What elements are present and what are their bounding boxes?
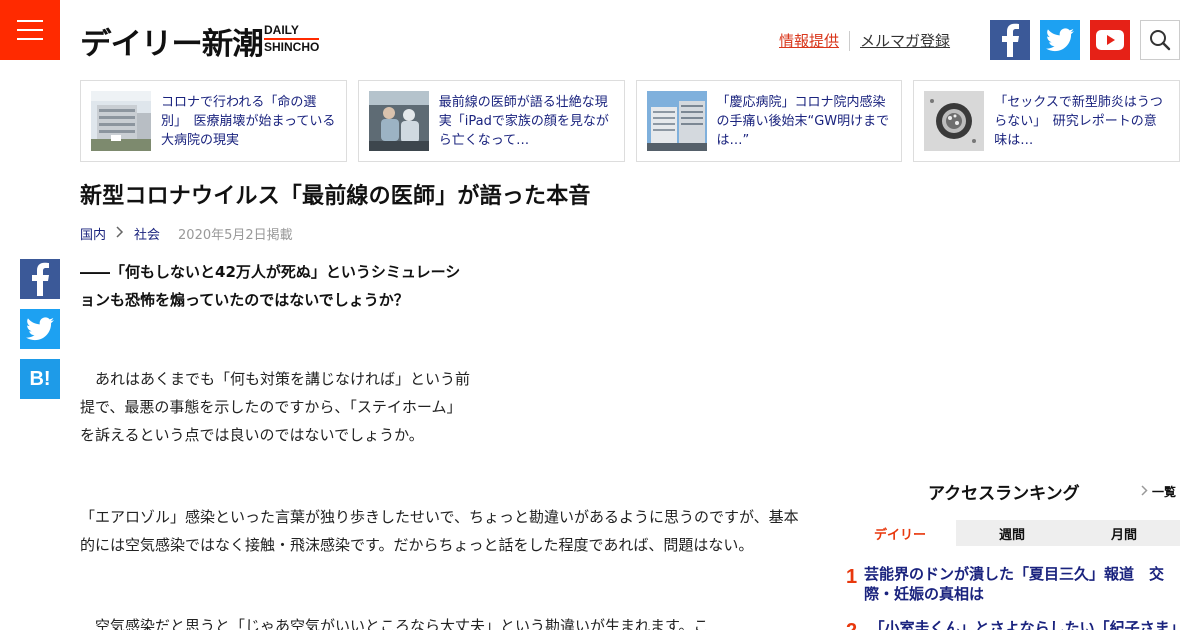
logo-japanese: デイリー新潮 bbox=[80, 27, 264, 62]
ranking-item-title: 「小室圭くん」とさよならしたい「紀子さま」 bbox=[869, 619, 1185, 630]
search-button[interactable] bbox=[1140, 20, 1180, 60]
ranking-number: 2 bbox=[846, 618, 870, 630]
menu-icon-bar bbox=[17, 29, 43, 31]
related-article-title: 最前線の医師が語る壮絶な現実「iPadで家族の顔を見ながら亡くなって… bbox=[438, 94, 609, 148]
facebook-icon bbox=[1002, 23, 1019, 57]
logo-english-line2: SHINCHO bbox=[264, 40, 320, 54]
ranking-item[interactable]: 1 芸能界のドンが潰した「夏目三久」報道 交際・妊娠の真相は bbox=[846, 564, 1180, 604]
article-paragraph: 「エアロゾル」感染といった言葉が独り歩きしたせいで、ちょっと勘違いがあるように思… bbox=[80, 508, 799, 554]
twitter-icon bbox=[26, 317, 54, 341]
article-title: 新型コロナウイルス「最前線の医師」が語った本音 bbox=[80, 184, 591, 209]
tab-daily[interactable]: デイリー bbox=[844, 520, 956, 546]
doctors-photo-thumbnail bbox=[368, 91, 429, 151]
newsletter-signup-link[interactable]: メルマガ登録 bbox=[860, 30, 950, 51]
info-submit-link[interactable]: 情報提供 bbox=[779, 30, 839, 51]
youtube-button[interactable] bbox=[1090, 20, 1130, 60]
related-articles: コロナで行われる「命の選別」 医療崩壊が始まっている大病院の現実 最前線の医師が… bbox=[80, 80, 1180, 162]
menu-icon-bar bbox=[17, 38, 43, 40]
interview-question: ――「何もしないと42万人が死ぬ」というシミュレーションも恐怖を煽っていたのでは… bbox=[80, 263, 461, 309]
site-logo[interactable]: デイリー新潮 DAILY SHINCHO bbox=[80, 18, 320, 62]
breadcrumb-link-domestic[interactable]: 国内 bbox=[80, 224, 106, 243]
header-links: 情報提供 メルマガ登録 bbox=[779, 30, 950, 51]
related-article-card[interactable]: 最前線の医師が語る壮絶な現実「iPadで家族の顔を見ながら亡くなって… bbox=[357, 80, 625, 162]
header-link-divider bbox=[849, 30, 851, 51]
twitter-button[interactable] bbox=[1040, 20, 1080, 60]
chevron-right-icon bbox=[1141, 484, 1148, 499]
tab-monthly[interactable]: 月間 bbox=[1068, 520, 1180, 546]
virus-micrograph-thumbnail bbox=[924, 91, 985, 151]
tab-weekly[interactable]: 週間 bbox=[956, 520, 1068, 546]
article-paragraph: あれはあくまでも「何も対策を講じなければ」という前提で、最悪の事態を示したのです… bbox=[80, 370, 471, 444]
related-article-card[interactable]: 「セックスで新型肺炎はうつらない」 研究レポートの意味は… bbox=[913, 80, 1180, 162]
related-article-title: コロナで行われる「命の選別」 医療崩壊が始まっている大病院の現実 bbox=[161, 94, 336, 148]
hatena-bookmark-icon: B! bbox=[29, 367, 51, 390]
ranking-item-title: 芸能界のドンが潰した「夏目三久」報道 交際・妊娠の真相は bbox=[864, 565, 1165, 603]
ranking-item[interactable]: 2 「小室圭くん」とさよならしたい「紀子さま」 bbox=[846, 618, 1185, 630]
ranking-tabs: デイリー 週間 月間 bbox=[844, 520, 1180, 546]
breadcrumb-link-society[interactable]: 社会 bbox=[134, 224, 160, 243]
keio-hospital-thumbnail bbox=[646, 91, 707, 151]
share-twitter-button[interactable] bbox=[20, 309, 60, 349]
article-paragraph: 空気感染だと思うと「じゃあ空気がいいところなら大丈夫」という勘違いが生まれます。… bbox=[80, 617, 709, 630]
ranking-list-label: 一覧 bbox=[1152, 485, 1177, 499]
youtube-icon bbox=[1096, 30, 1124, 50]
logo-english-line1: DAILY bbox=[264, 24, 320, 40]
facebook-icon bbox=[32, 262, 49, 296]
publish-date: 2020年5月2日掲載 bbox=[178, 228, 293, 243]
ranking-list-link[interactable]: 一覧 bbox=[1141, 483, 1176, 500]
facebook-button[interactable] bbox=[990, 20, 1030, 60]
related-article-title: 「慶応病院」コロナ院内感染の手痛い後始末“GW明けまでは…” bbox=[716, 94, 890, 148]
share-hatena-button[interactable]: B! bbox=[20, 359, 60, 399]
hospital-building-thumbnail bbox=[91, 91, 151, 151]
share-facebook-button[interactable] bbox=[20, 259, 60, 299]
related-article-title: 「セックスで新型肺炎はうつらない」 研究レポートの意味は… bbox=[994, 94, 1163, 148]
ranking-number: 1 bbox=[846, 566, 858, 588]
search-icon bbox=[1150, 30, 1171, 51]
breadcrumb: 国内 社会 2020年5月2日掲載 bbox=[80, 224, 293, 243]
chevron-right-icon bbox=[116, 226, 124, 241]
twitter-icon bbox=[1046, 28, 1074, 52]
menu-button[interactable] bbox=[0, 0, 60, 60]
logo-english: DAILY SHINCHO bbox=[264, 24, 320, 54]
ranking-title: アクセスランキング bbox=[928, 484, 1080, 504]
related-article-card[interactable]: コロナで行われる「命の選別」 医療崩壊が始まっている大病院の現実 bbox=[80, 80, 347, 162]
related-article-card[interactable]: 「慶応病院」コロナ院内感染の手痛い後始末“GW明けまでは…” bbox=[635, 80, 903, 162]
menu-icon-bar bbox=[17, 20, 43, 22]
